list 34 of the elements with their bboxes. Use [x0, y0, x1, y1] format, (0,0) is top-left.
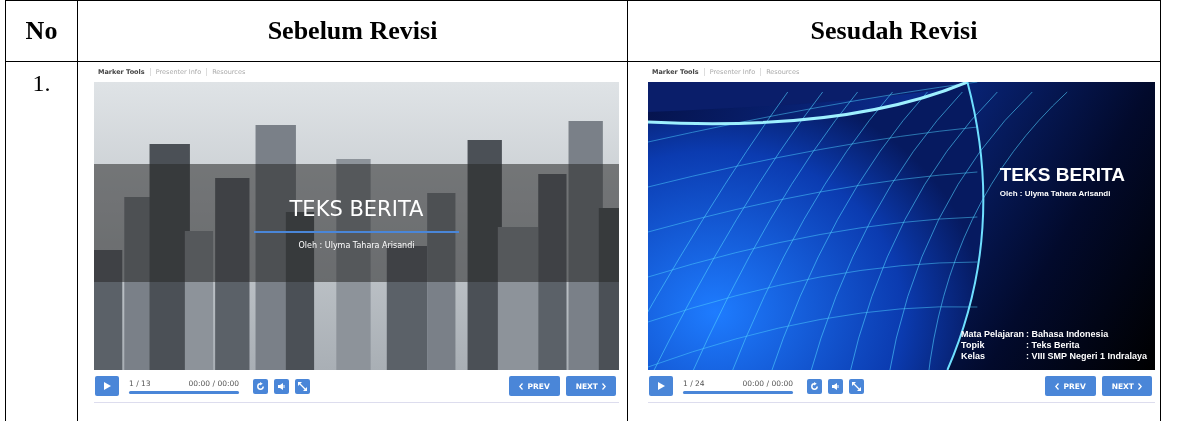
replay-icon: [256, 381, 265, 391]
detail-value: : Teks Berita: [1026, 340, 1081, 351]
slide-subtitle: Oleh : Ulyma Tahara Arisandi: [298, 240, 415, 250]
replay-icon: [810, 381, 819, 391]
play-icon: [657, 382, 665, 390]
column-header: No: [25, 16, 58, 45]
chevron-right-icon: [602, 382, 606, 390]
expand-icon: [852, 381, 861, 391]
replay-button[interactable]: [253, 378, 268, 394]
detail-label: Kelas: [961, 351, 987, 362]
chevron-left-icon: [1055, 382, 1060, 390]
chevron-right-icon: [1138, 382, 1142, 390]
slide-title: TEKS BERITA: [289, 196, 424, 221]
fullscreen-button[interactable]: [849, 378, 864, 394]
fullscreen-button[interactable]: [295, 378, 310, 394]
slide-subtitle: Oleh : Ulyma Tahara Arisandi: [999, 189, 1111, 198]
volume-button[interactable]: [828, 378, 843, 394]
speaker-icon: [277, 382, 286, 390]
expand-icon: [298, 381, 307, 391]
detail-value: : Bahasa Indonesia: [1026, 329, 1110, 340]
detail-value: : VIII SMP Negeri 1 Indralaya: [1026, 351, 1147, 362]
speaker-icon: [831, 382, 840, 390]
play-button[interactable]: [649, 376, 673, 396]
play-button[interactable]: [95, 376, 119, 396]
column-header: Sesudah Revisi: [810, 16, 978, 45]
detail-label: Topik: [961, 340, 986, 351]
replay-button[interactable]: [807, 378, 822, 394]
slide-title: TEKS BERITA: [999, 164, 1125, 186]
row-number: 1.: [32, 70, 51, 96]
chevron-left-icon: [519, 382, 524, 390]
detail-label: Mata Pelajaran: [961, 329, 1025, 340]
column-header: Sebelum Revisi: [267, 16, 438, 45]
volume-button[interactable]: [274, 378, 289, 394]
play-icon: [103, 382, 111, 390]
